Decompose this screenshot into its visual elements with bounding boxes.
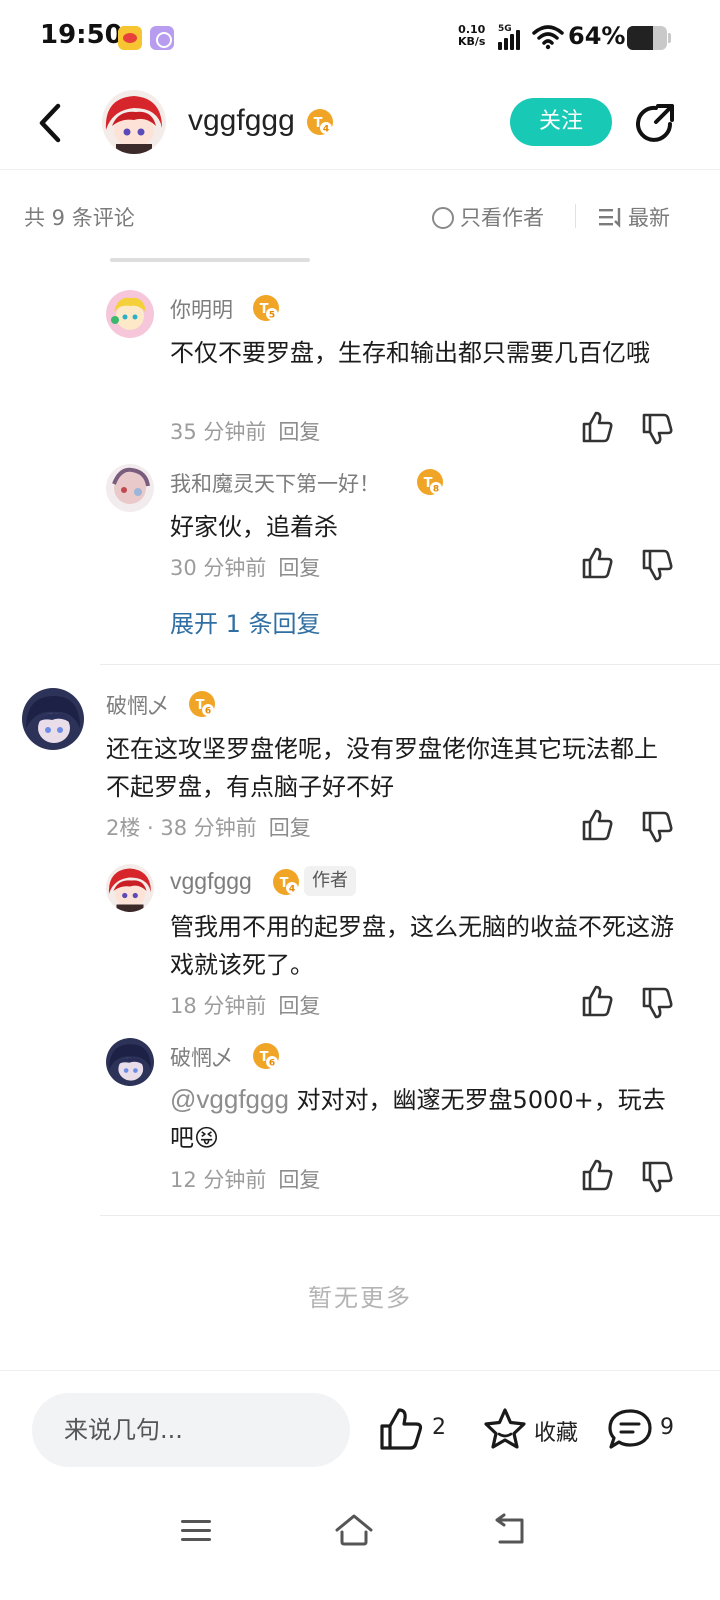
thumbs-down-icon[interactable] — [640, 986, 674, 1020]
like-count: 2 — [432, 1415, 446, 1440]
weibo-notification-icon — [118, 26, 142, 50]
reply-username[interactable]: 破惘乄 — [170, 1042, 233, 1072]
thumbs-up-icon[interactable] — [580, 808, 614, 842]
reply-username[interactable]: 我和魔灵天下第一好！ — [170, 468, 380, 498]
reply-meta: 18 分钟前 回复 — [170, 990, 320, 1020]
avatar[interactable] — [106, 1038, 154, 1086]
back-arrow-icon[interactable] — [30, 98, 74, 148]
comment-input[interactable]: 来说几句... — [32, 1393, 350, 1467]
avatar[interactable] — [22, 688, 84, 750]
share-icon[interactable] — [634, 102, 676, 144]
reply-button[interactable]: 回复 — [278, 1168, 320, 1192]
thumbs-up-icon[interactable] — [580, 984, 614, 1018]
status-bar: 19:50 0.10 KB/s 5G 64% — [0, 0, 720, 76]
menu-icon[interactable] — [178, 1516, 214, 1546]
wifi-icon — [532, 25, 564, 50]
comment-username[interactable]: 破惘乄 — [106, 690, 169, 720]
level-badge-icon: T 4 — [273, 869, 299, 895]
level-number: 6 — [205, 707, 211, 717]
reply-meta: 12 分钟前 回复 — [170, 1164, 320, 1194]
comment-count-label: 共 9 条评论 — [24, 206, 135, 230]
comment-meta: 2楼 · 38 分钟前 回复 — [106, 812, 311, 842]
thumbs-down-icon[interactable] — [640, 810, 674, 844]
expand-replies-link[interactable]: 展开 1 条回复 — [170, 604, 321, 639]
author-only-label: 只看作者 — [460, 206, 544, 230]
comment-floor-time: 2楼 · 38 分钟前 — [106, 816, 257, 840]
mention-link[interactable]: @vggfggg — [170, 1084, 289, 1114]
reply-button[interactable]: 回复 — [278, 994, 320, 1018]
level-badge-icon: T 4 — [307, 109, 333, 135]
status-time: 19:50 — [40, 20, 123, 50]
reply-meta: 30 分钟前 回复 — [170, 552, 320, 582]
network-type: 5G — [498, 24, 512, 34]
thumbs-up-icon[interactable] — [378, 1407, 424, 1451]
profile-header: vggfggg T 4 关注 — [0, 76, 720, 170]
net-speed: 0.10 KB/s — [458, 24, 485, 48]
bottom-action-bar: 来说几句... 2 收藏 9 — [0, 1370, 720, 1490]
app-notification-icon — [150, 26, 174, 50]
level-number: 6 — [269, 1059, 275, 1069]
comment-bubble-icon[interactable] — [606, 1407, 654, 1451]
follow-button[interactable]: 关注 — [510, 98, 612, 146]
divider — [100, 1215, 720, 1216]
home-icon[interactable] — [334, 1512, 374, 1548]
level-number: 8 — [433, 485, 439, 495]
level-badge-icon: T 6 — [189, 691, 215, 717]
reply-username[interactable]: vggfggg — [170, 868, 252, 895]
divider — [575, 204, 576, 228]
thumbs-down-icon[interactable] — [640, 1160, 674, 1194]
system-nav-bar — [0, 1490, 720, 1600]
thumbs-up-icon[interactable] — [580, 1158, 614, 1192]
reply-time: 12 分钟前 — [170, 1168, 267, 1192]
reply-button[interactable]: 回复 — [269, 816, 311, 840]
reply-button[interactable]: 回复 — [278, 420, 320, 444]
avatar[interactable] — [106, 464, 154, 512]
favorite-label[interactable]: 收藏 — [534, 1415, 578, 1447]
battery-icon — [627, 26, 667, 50]
level-badge-icon: T 6 — [253, 1043, 279, 1069]
battery-fill — [627, 26, 653, 50]
reply-time: 30 分钟前 — [170, 556, 267, 580]
star-icon[interactable] — [482, 1407, 528, 1451]
signal-icon: 5G — [498, 24, 526, 50]
back-nav-icon[interactable] — [492, 1512, 528, 1548]
thumbs-up-icon[interactable] — [580, 410, 614, 444]
no-more-label: 暂无更多 — [308, 1284, 412, 1312]
thumbs-down-icon[interactable] — [640, 412, 674, 446]
clipped-content — [110, 252, 670, 264]
thumbs-up-icon[interactable] — [580, 546, 614, 580]
sort-icon — [599, 208, 621, 228]
reply-time: 35 分钟前 — [170, 420, 267, 444]
reply-time: 18 分钟前 — [170, 994, 267, 1018]
avatar[interactable] — [102, 90, 166, 154]
reply-text: 不仅不要罗盘，生存和输出都只需要几百亿哦 — [170, 339, 650, 367]
level-number: 4 — [323, 125, 329, 135]
author-only-toggle[interactable]: 只看作者 — [432, 202, 544, 232]
radio-circle-icon — [432, 207, 454, 229]
battery-percent: 64% — [568, 22, 626, 50]
author-tag: 作者 — [304, 866, 356, 896]
level-number: 4 — [289, 885, 295, 895]
avatar[interactable] — [106, 290, 154, 338]
reply-text: 好家伙，追着杀 — [170, 513, 338, 541]
reply-button[interactable]: 回复 — [278, 556, 320, 580]
profile-username[interactable]: vggfggg — [188, 104, 295, 138]
level-badge-icon: T 5 — [253, 295, 279, 321]
thumbs-down-icon[interactable] — [640, 548, 674, 582]
reply-meta: 35 分钟前 回复 — [170, 416, 320, 446]
level-number: 5 — [269, 311, 275, 321]
sort-label: 最新 — [628, 206, 670, 230]
level-badge-icon: T 8 — [417, 469, 443, 495]
comment-filter-bar: 共 9 条评论 只看作者 最新 — [0, 170, 720, 260]
net-speed-unit: KB/s — [458, 35, 486, 48]
comment-text: 还在这攻坚罗盘佬呢，没有罗盘佬你连其它玩法都上不起罗盘，有点脑子好不好 — [106, 735, 658, 801]
comment-count: 9 — [660, 1415, 674, 1440]
sort-newest-button[interactable]: 最新 — [598, 202, 670, 232]
divider — [100, 664, 720, 665]
reply-username[interactable]: 你明明 — [170, 294, 233, 324]
reply-text: 管我用不用的起罗盘，这么无脑的收益不死这游戏就该死了。 — [170, 913, 674, 979]
avatar[interactable] — [106, 864, 154, 912]
reply-text: @vggfggg 对对对，幽邃无罗盘5000+，玩去吧😝 — [170, 1080, 680, 1157]
